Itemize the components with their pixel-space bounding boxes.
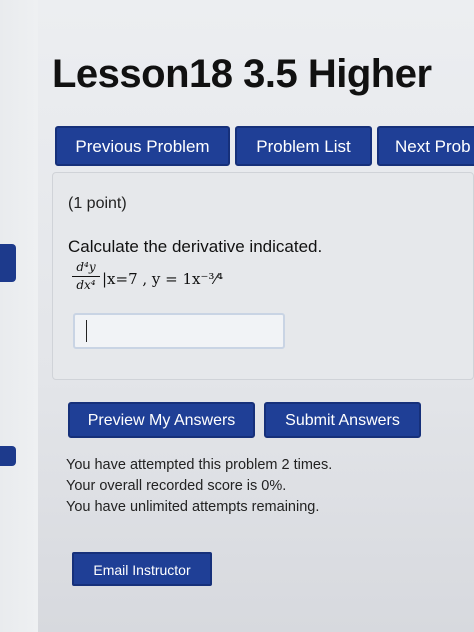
previous-problem-button[interactable]: Previous Problem bbox=[55, 126, 230, 166]
text-cursor bbox=[86, 320, 87, 342]
left-sidebar-edge bbox=[0, 0, 38, 632]
attempts-remaining: You have unlimited attempts remaining. bbox=[66, 499, 320, 515]
page-title: Lesson18 3.5 Higher bbox=[52, 52, 432, 96]
fraction-bar bbox=[72, 276, 100, 277]
preview-answers-button[interactable]: Preview My Answers bbox=[68, 402, 255, 438]
sidebar-tab-upper[interactable] bbox=[0, 244, 16, 282]
fraction-denominator: dx⁴ bbox=[76, 278, 96, 292]
fraction-numerator: d⁴y bbox=[76, 260, 96, 274]
derivative-expression: d⁴y dx⁴ |x=7 , y = 1x⁻³⁄⁴ bbox=[68, 258, 328, 298]
next-problem-button[interactable]: Next Prob bbox=[377, 126, 474, 166]
answer-input[interactable] bbox=[73, 313, 285, 349]
attempt-status: You have attempted this problem 2 times.… bbox=[66, 455, 332, 518]
evaluation-condition: |x=7 , y = 1x⁻³⁄⁴ bbox=[102, 270, 223, 288]
email-instructor-button[interactable]: Email Instructor bbox=[72, 552, 212, 586]
problem-prompt: Calculate the derivative indicated. bbox=[68, 237, 323, 256]
problem-list-button[interactable]: Problem List bbox=[235, 126, 372, 166]
submit-answers-button[interactable]: Submit Answers bbox=[264, 402, 421, 438]
point-value: (1 point) bbox=[68, 195, 127, 212]
sidebar-tab-lower[interactable] bbox=[0, 446, 16, 466]
recorded-score: Your overall recorded score is 0%. bbox=[66, 478, 287, 494]
attempt-count: You have attempted this problem 2 times. bbox=[66, 457, 333, 473]
